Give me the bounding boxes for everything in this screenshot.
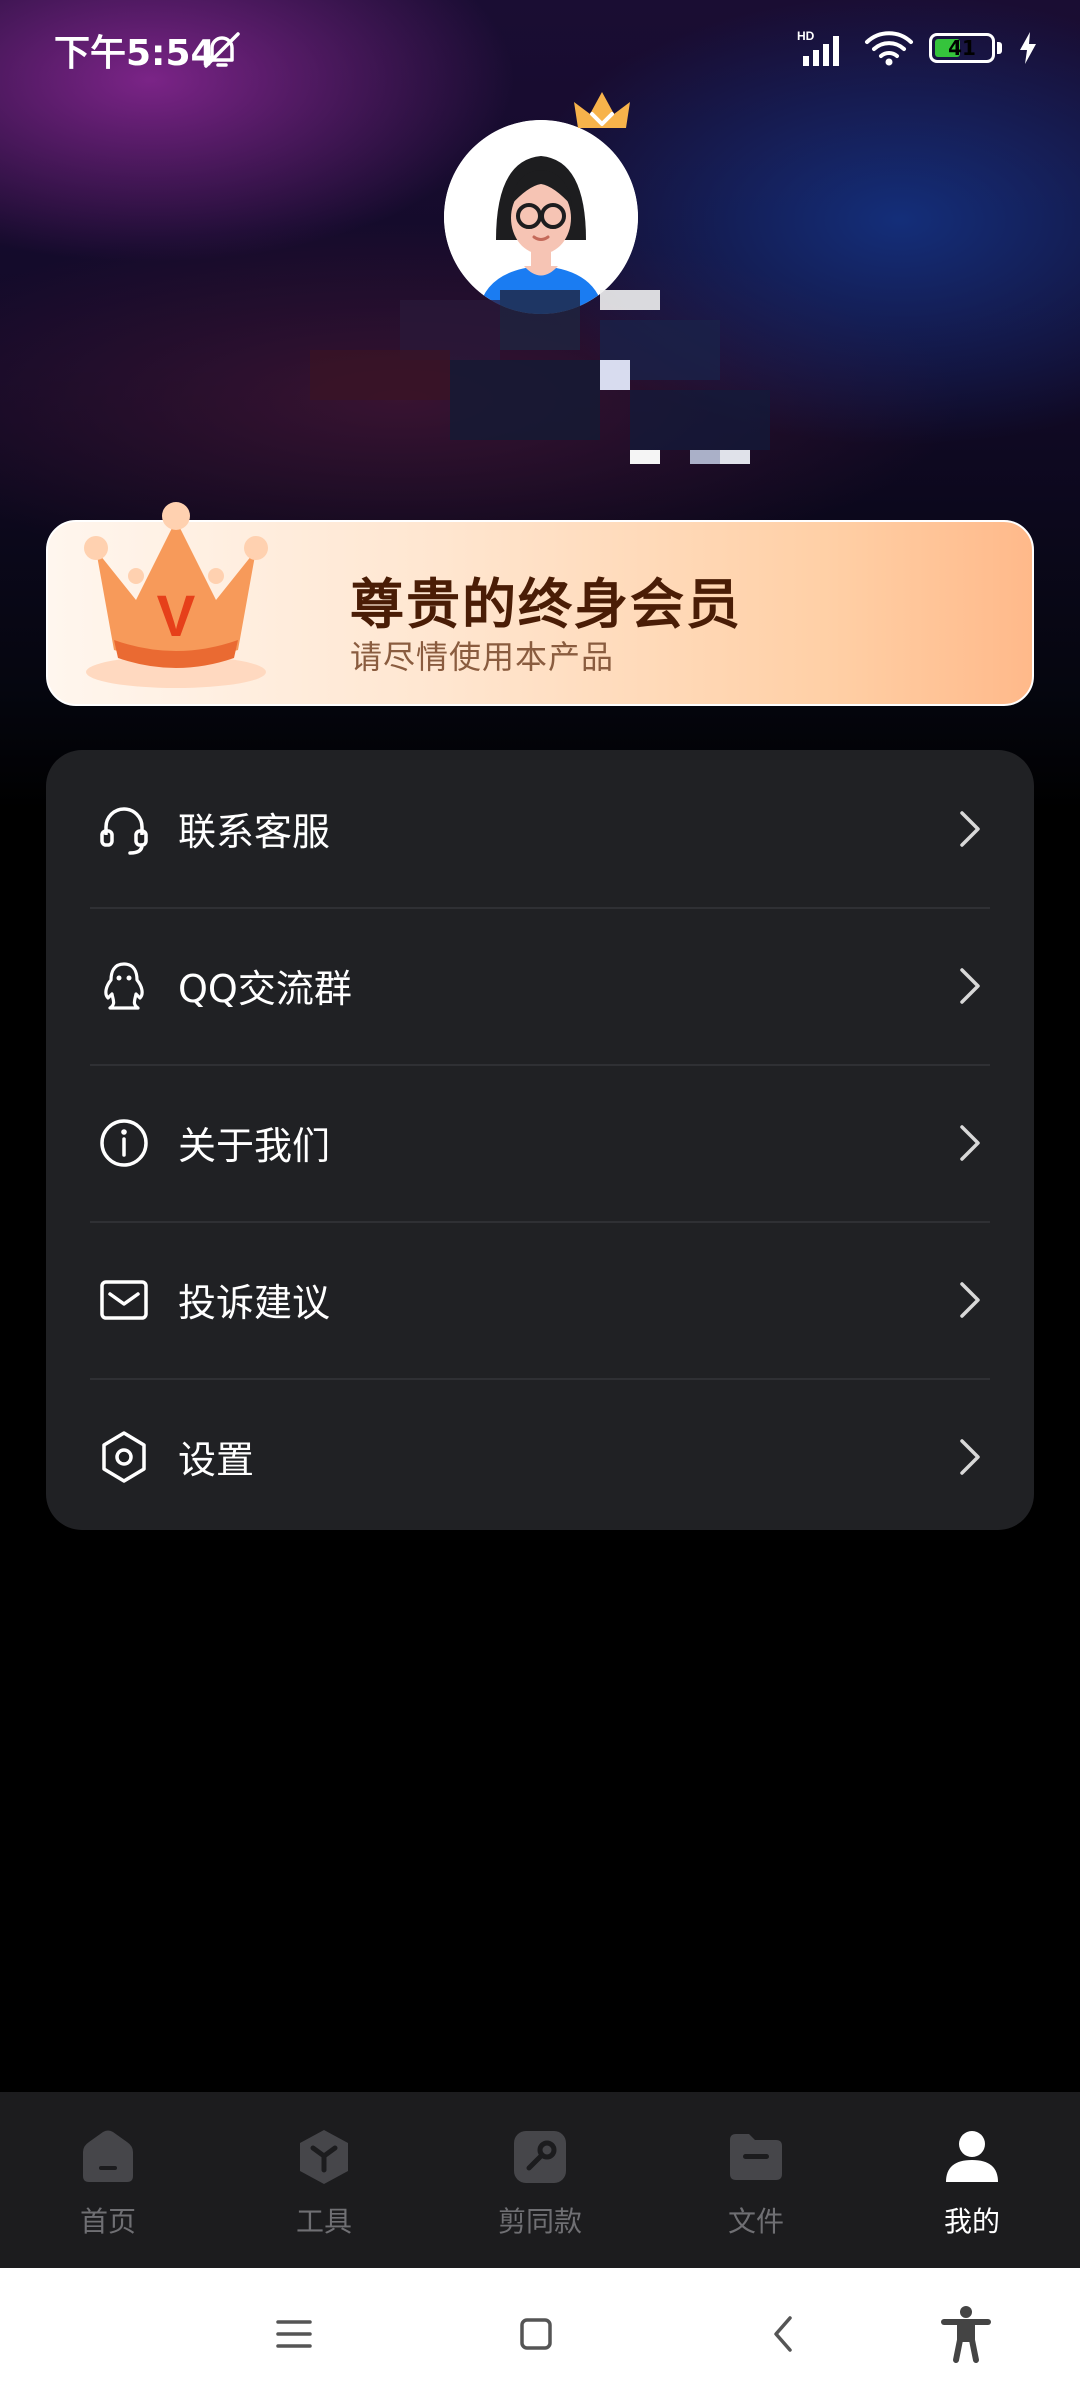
tab-home[interactable]: 首页: [0, 2092, 216, 2268]
vip-title: 尊贵的终身会员: [350, 573, 742, 636]
menu-item-customer-service[interactable]: 联系客服: [46, 750, 1034, 907]
menu-item-settings[interactable]: 设置: [46, 1378, 1034, 1535]
tab-label: 文件: [727, 2205, 784, 2238]
charging-bolt-icon: [1020, 32, 1036, 64]
vip-crown-icon: V: [84, 502, 268, 688]
wifi-icon: [865, 31, 913, 66]
menu-item-feedback[interactable]: 投诉建议: [46, 1221, 1034, 1378]
folder-icon: [730, 2134, 782, 2180]
menu-lines-icon[interactable]: [268, 2308, 320, 2360]
vip-subtitle: 请尽情使用本产品: [350, 638, 615, 676]
menu-list: 联系客服 QQ交流群 关于我们 投诉建议 设置: [46, 750, 1034, 1530]
menu-item-qq-group[interactable]: QQ交流群: [46, 907, 1034, 1064]
mail-icon: [100, 1279, 148, 1320]
status-time: 下午5:54: [54, 33, 216, 74]
chevron-right-icon: [960, 1281, 980, 1318]
headset-icon: [100, 806, 148, 855]
chevron-right-icon: [960, 1438, 980, 1475]
crown-badge-icon: [574, 92, 630, 128]
menu-item-label: QQ交流群: [178, 967, 352, 1011]
home-icon: [83, 2130, 133, 2182]
bottom-tab-bar: 首页 工具 剪同款 文件 我的: [0, 2092, 1080, 2268]
menu-item-label: 关于我们: [178, 1124, 331, 1168]
tools-icon: [300, 2130, 348, 2184]
username-obscured: [250, 280, 770, 480]
battery-cap: [997, 42, 1002, 54]
status-indicators: HD 41: [797, 28, 1040, 68]
chevron-right-icon: [960, 1124, 980, 1161]
tab-profile[interactable]: 我的: [864, 2092, 1080, 2268]
tab-templates[interactable]: 剪同款: [432, 2092, 648, 2268]
home-square-icon[interactable]: [510, 2308, 562, 2360]
qq-penguin-icon: [104, 961, 144, 1010]
back-icon[interactable]: [758, 2308, 810, 2360]
tab-label: 剪同款: [497, 2205, 582, 2238]
tab-label: 我的: [943, 2205, 1000, 2238]
tab-files[interactable]: 文件: [648, 2092, 864, 2268]
tab-label: 工具: [295, 2205, 352, 2238]
battery-level: 41: [948, 36, 976, 60]
signal-icon: HD: [797, 29, 839, 66]
status-bar: 下午5:54 HD 41: [0, 0, 1080, 100]
menu-item-label: 设置: [178, 1438, 255, 1482]
dnd-bell-off-icon: [204, 32, 240, 68]
template-icon: [514, 2131, 566, 2183]
info-icon: [100, 1118, 148, 1167]
menu-item-about-us[interactable]: 关于我们: [46, 1064, 1034, 1221]
tab-tools[interactable]: 工具: [216, 2092, 432, 2268]
profile-icon: [946, 2131, 998, 2182]
chevron-right-icon: [960, 810, 980, 847]
menu-item-label: 联系客服: [178, 810, 331, 854]
settings-icon: [102, 1430, 146, 1483]
vip-membership-banner[interactable]: V 尊贵的终身会员 请尽情使用本产品: [46, 502, 1034, 706]
chevron-right-icon: [960, 967, 980, 1004]
vip-crown-letter: V: [157, 584, 196, 649]
signal-badge: HD: [797, 29, 815, 43]
system-navigation-bar: [0, 2268, 1080, 2400]
tab-label: 首页: [79, 2205, 136, 2238]
accessibility-icon[interactable]: [936, 2304, 996, 2364]
menu-item-label: 投诉建议: [178, 1281, 331, 1325]
battery-icon: 41: [929, 33, 995, 63]
